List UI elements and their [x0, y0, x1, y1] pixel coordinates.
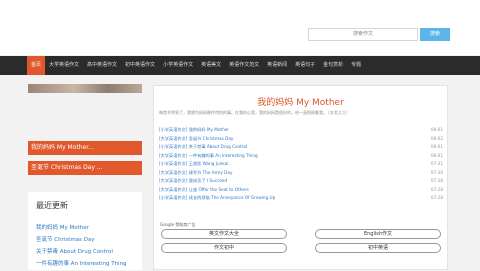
article-category[interactable]: [小学英语作文] — [159, 195, 187, 200]
nav-item[interactable]: 大学英语作文 — [45, 56, 83, 75]
article-date: 08-01 — [430, 127, 443, 132]
article-list-item[interactable]: [大学英语作文] 让座 Offer the Seat to Others 07-2… — [159, 187, 446, 196]
nav-item[interactable]: 专题 — [347, 56, 365, 75]
nav-item[interactable]: 英语作文范文 — [225, 56, 263, 75]
article-date: 07-30 — [430, 169, 443, 175]
recent-item[interactable]: 一件有趣的事 An Interesting Thing — [36, 259, 127, 271]
nav-item[interactable]: 高中英语作文 — [83, 56, 121, 75]
nav-item[interactable]: 小学英语作文 — [159, 56, 197, 75]
banner-image — [28, 84, 142, 93]
article-list-item[interactable]: [大学英语作文] 我成功了 I Succeed 07-28 — [159, 178, 446, 187]
article-category[interactable]: [大学英语作文] — [159, 136, 187, 141]
article-link[interactable]: 成长的烦恼 The Annoyance Of Growing Up — [189, 195, 276, 200]
tag-pill[interactable]: 英文作文大全 — [161, 229, 287, 239]
nav-item[interactable]: 英语美文 — [197, 56, 225, 75]
article-list-item[interactable]: [大学英语作文] 一件有趣的事 An Interesting Thing 08-0… — [159, 153, 446, 162]
article-title[interactable]: 我的妈妈 My Mother — [154, 95, 447, 108]
article-link[interactable]: 我成功了 I Succeed — [189, 178, 227, 183]
recent-item[interactable]: 我的妈妈 My Mother — [36, 223, 127, 235]
article-category[interactable]: [大学英语作文] — [159, 170, 187, 175]
article-list-item[interactable]: [小学英语作文] 我的妈妈 My Mother 08-01 — [159, 127, 446, 136]
nav-item[interactable]: 首页 — [27, 56, 46, 75]
article-intro-text: 每首节哭到了，我想为妈妈做件特别的事。在我的心里，我的妈妈是很好的，给一直照顾着… — [159, 110, 327, 115]
article-intro: 每首节哭到了，我想为妈妈做件特别的事。在我的心里，我的妈妈是很好的，给一直照顾着… — [159, 110, 439, 116]
article-link[interactable]: 让座 Offer the Seat to Others — [189, 187, 249, 192]
nav-item[interactable]: 金句赏析 — [319, 56, 347, 75]
header-bar: 搜索作文 搜索 — [0, 0, 480, 55]
search-button[interactable]: 搜索 — [420, 28, 450, 41]
article-category[interactable]: [大学英语作文] — [159, 187, 187, 192]
article-date: 07-28 — [430, 195, 443, 200]
article-list: [小学英语作文] 我的妈妈 My Mother 08-01 [大学英语作文] 圣诞节… — [159, 127, 446, 204]
main-nav: 首页 大学英语作文 高中英语作文 初中英语作文 小学英语作文 英语美文 英语作文范文 英语新闻… — [0, 56, 480, 75]
article-panel: 我的妈妈 My Mother 每首节哭到了，我想为妈妈做件特别的事。在我的心里，… — [153, 85, 448, 270]
article-category[interactable]: [小学英语作文] — [159, 127, 187, 132]
nav-item[interactable]: 英语句子 — [291, 56, 319, 75]
article-date: 08-01 — [430, 144, 443, 149]
ad-label: Google 赞助商广告 — [160, 222, 196, 227]
article-link[interactable]: 圣诞节 Christmas Day — [189, 136, 234, 141]
article-date: 07-31 — [430, 161, 443, 166]
article-list-item[interactable]: [大学英语作文] 建军节 The Army Day 07-30 — [159, 170, 446, 179]
tag-pill[interactable]: 作文初中 — [161, 243, 287, 253]
tag-pill[interactable]: English作文 — [315, 229, 441, 239]
article-category[interactable]: [小学英语作文] — [159, 144, 187, 149]
article-category[interactable]: [小学英语作文] — [159, 161, 187, 166]
article-category[interactable]: [大学英语作文] — [159, 178, 187, 183]
article-date: 07-28 — [430, 186, 443, 192]
article-list-item[interactable]: [小学英语作文] 关于禁毒 About Drug Control 08-01 — [159, 144, 446, 153]
recent-updates-list: 我的妈妈 My Mother 圣诞节 Christmas Day 关于禁毒 Abou… — [36, 223, 127, 271]
sidebar-featured-link-christmas[interactable]: 圣诞节 Christmas Day ... — [28, 161, 142, 175]
article-link[interactable]: 建军节 The Army Day — [189, 170, 233, 175]
tag-pill[interactable]: 初中英语 — [315, 243, 441, 253]
article-link[interactable]: 我的妈妈 My Mother — [189, 127, 229, 132]
article-date: 08-01 — [430, 152, 443, 158]
article-link[interactable]: 关于禁毒 About Drug Control — [189, 144, 248, 149]
nav-list: 首页 大学英语作文 高中英语作文 初中英语作文 小学英语作文 英语美文 英语作文范文 英语新闻… — [27, 56, 365, 75]
article-link[interactable]: 一件有趣的事 An Interesting Thing — [189, 153, 258, 158]
read-more-link[interactable]: [查看全文] — [328, 110, 347, 115]
recent-item[interactable]: 关于禁毒 About Drug Control — [36, 247, 127, 259]
article-list-item[interactable]: [大学英语作文] 圣诞节 Christmas Day 08-02 — [159, 136, 446, 145]
nav-item[interactable]: 初中英语作文 — [121, 56, 159, 75]
search-input[interactable]: 搜索作文 — [308, 28, 418, 41]
sidebar-featured-link-mother[interactable]: 我的妈妈 My Mother... — [28, 141, 142, 155]
article-link[interactable]: 王俊凯 Wang Junkai — [189, 161, 229, 166]
article-date: 08-02 — [430, 135, 443, 141]
recent-updates-panel: 最近更新 我的妈妈 My Mother 圣诞节 Christmas Day 关于禁毒… — [28, 192, 142, 270]
article-list-item[interactable]: [小学英语作文] 王俊凯 Wang Junkai 07-31 — [159, 161, 446, 170]
article-list-item[interactable]: [小学英语作文] 成长的烦恼 The Annoyance Of Growing … — [159, 195, 446, 204]
article-category[interactable]: [大学英语作文] — [159, 153, 187, 158]
recent-item[interactable]: 圣诞节 Christmas Day — [36, 235, 127, 247]
nav-item[interactable]: 英语新闻 — [263, 56, 291, 75]
recent-updates-title: 最近更新 — [36, 201, 68, 210]
article-date: 07-28 — [430, 178, 443, 183]
